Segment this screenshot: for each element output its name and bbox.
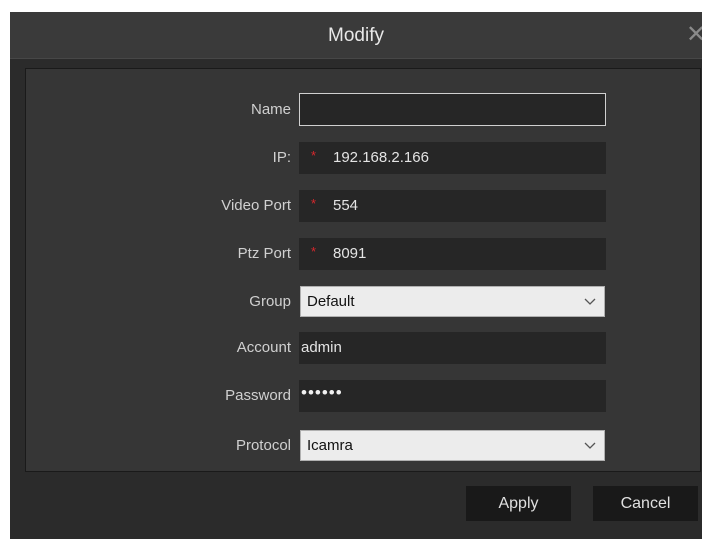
account-row: Account admin — [26, 332, 700, 364]
group-select[interactable]: Default — [300, 286, 605, 317]
ip-required-mark: * — [311, 148, 317, 163]
modify-dialog: Modify ✕ Name IP: * 192.168.2.166 Video … — [10, 12, 702, 539]
password-label: Password — [225, 387, 291, 404]
ip-value: 192.168.2.166 — [333, 149, 429, 166]
group-row: Group Default — [26, 286, 700, 318]
chevron-down-icon — [584, 298, 596, 305]
password-row: Password •••••• — [26, 380, 700, 412]
ip-row: IP: * 192.168.2.166 — [26, 142, 700, 174]
apply-button[interactable]: Apply — [466, 486, 571, 521]
video-port-field[interactable]: * 554 — [299, 190, 606, 222]
account-value: admin — [301, 339, 342, 356]
chevron-down-icon — [584, 442, 596, 449]
group-selected-value: Default — [307, 293, 355, 310]
dialog-titlebar[interactable]: Modify ✕ — [10, 12, 702, 59]
ptz-port-label: Ptz Port — [237, 245, 291, 262]
group-label: Group — [249, 293, 291, 310]
ptz-port-field[interactable]: * 8091 — [299, 238, 606, 270]
name-label: Name — [250, 101, 291, 118]
name-row: Name — [26, 93, 700, 126]
cancel-button[interactable]: Cancel — [593, 486, 698, 521]
video-port-value: 554 — [333, 197, 359, 214]
account-field[interactable]: admin — [299, 332, 606, 364]
ptz-port-row: Ptz Port * 8091 — [26, 238, 700, 270]
protocol-row: Protocol Icamra — [26, 430, 700, 462]
ip-field[interactable]: * 192.168.2.166 — [299, 142, 606, 174]
name-input[interactable] — [299, 93, 606, 126]
ip-label: IP: — [272, 149, 291, 166]
password-field[interactable]: •••••• — [299, 380, 606, 412]
account-label: Account — [236, 339, 291, 356]
ptz-port-required-mark: * — [311, 244, 317, 259]
protocol-select[interactable]: Icamra — [300, 430, 605, 461]
video-port-row: Video Port * 554 — [26, 190, 700, 222]
ptz-port-value: 8091 — [333, 245, 367, 262]
video-port-label: Video Port — [221, 197, 291, 214]
password-value: •••••• — [301, 383, 343, 402]
protocol-label: Protocol — [235, 437, 291, 454]
dialog-title: Modify — [328, 25, 384, 46]
form-panel: Name IP: * 192.168.2.166 Video Port * 55… — [25, 68, 701, 472]
protocol-selected-value: Icamra — [307, 437, 353, 454]
close-icon[interactable]: ✕ — [686, 24, 702, 48]
video-port-required-mark: * — [311, 196, 317, 211]
